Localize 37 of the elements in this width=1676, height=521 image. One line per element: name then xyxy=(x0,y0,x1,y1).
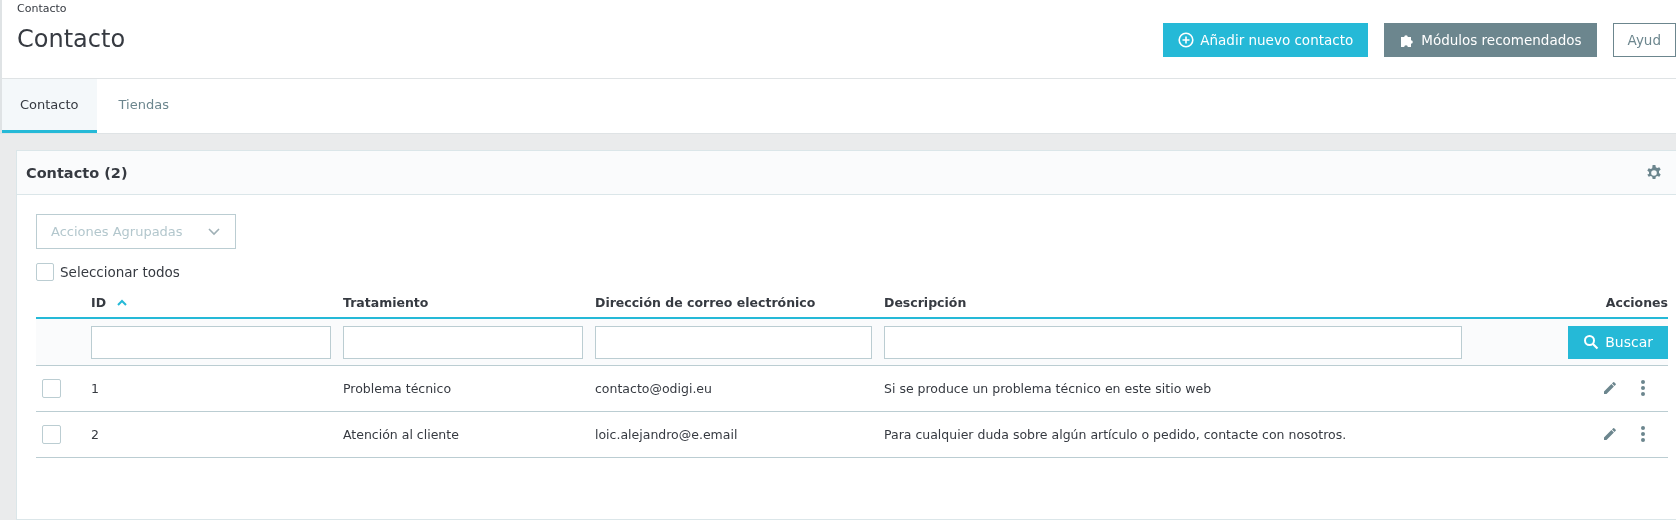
help-button[interactable]: Ayud xyxy=(1612,23,1676,57)
puzzle-icon xyxy=(1399,32,1416,48)
table-cell: Problema técnico xyxy=(343,381,452,396)
column-header[interactable]: Descripción xyxy=(884,294,967,310)
more-options-icon xyxy=(1640,424,1646,443)
edit-pencil-icon xyxy=(1602,379,1618,396)
row-checkbox[interactable] xyxy=(42,425,61,444)
tab[interactable]: Contacto xyxy=(2,79,97,133)
chevron-down-icon xyxy=(207,226,221,237)
table-cell: Atención al cliente xyxy=(343,427,459,442)
page-title: Contacto xyxy=(17,25,126,53)
edit-pencil-icon xyxy=(1602,425,1618,442)
column-header[interactable]: ID xyxy=(91,294,107,310)
table-cell: contacto@odigi.eu xyxy=(595,381,712,396)
filter-input[interactable] xyxy=(343,325,583,359)
panel-title: Contacto (2) xyxy=(26,164,129,181)
filter-input[interactable] xyxy=(91,325,331,359)
table-cell: 2 xyxy=(91,427,99,442)
search-icon xyxy=(1583,334,1600,350)
table-cell: 1 xyxy=(91,381,99,396)
column-header[interactable]: Dirección de correo electrónico xyxy=(595,294,816,310)
filter-input[interactable] xyxy=(595,325,872,359)
table-cell: loic.alejandro@e.email xyxy=(595,427,738,442)
select-all-checkbox[interactable] xyxy=(36,263,54,281)
table-cell: Para cualquier duda sobre algún artículo o pedido, contacte con nosotros. xyxy=(884,427,1347,442)
filter-input[interactable] xyxy=(884,325,1462,359)
row-checkbox[interactable] xyxy=(42,379,61,398)
modules-button[interactable]: Módulos recomendados xyxy=(1384,23,1597,57)
tab[interactable]: Tiendas xyxy=(100,79,187,133)
column-header[interactable]: Acciones xyxy=(1605,294,1668,310)
select-all-label: Seleccionar todos xyxy=(60,264,180,280)
settings-icon xyxy=(1645,163,1663,182)
plus-circle-icon xyxy=(1178,32,1195,48)
column-header[interactable]: Tratamiento xyxy=(343,294,429,310)
table-cell: Si se produce un problema técnico en este sitio web xyxy=(884,381,1212,396)
breadcrumb[interactable]: Contacto xyxy=(17,0,126,15)
more-options-icon xyxy=(1640,378,1646,397)
